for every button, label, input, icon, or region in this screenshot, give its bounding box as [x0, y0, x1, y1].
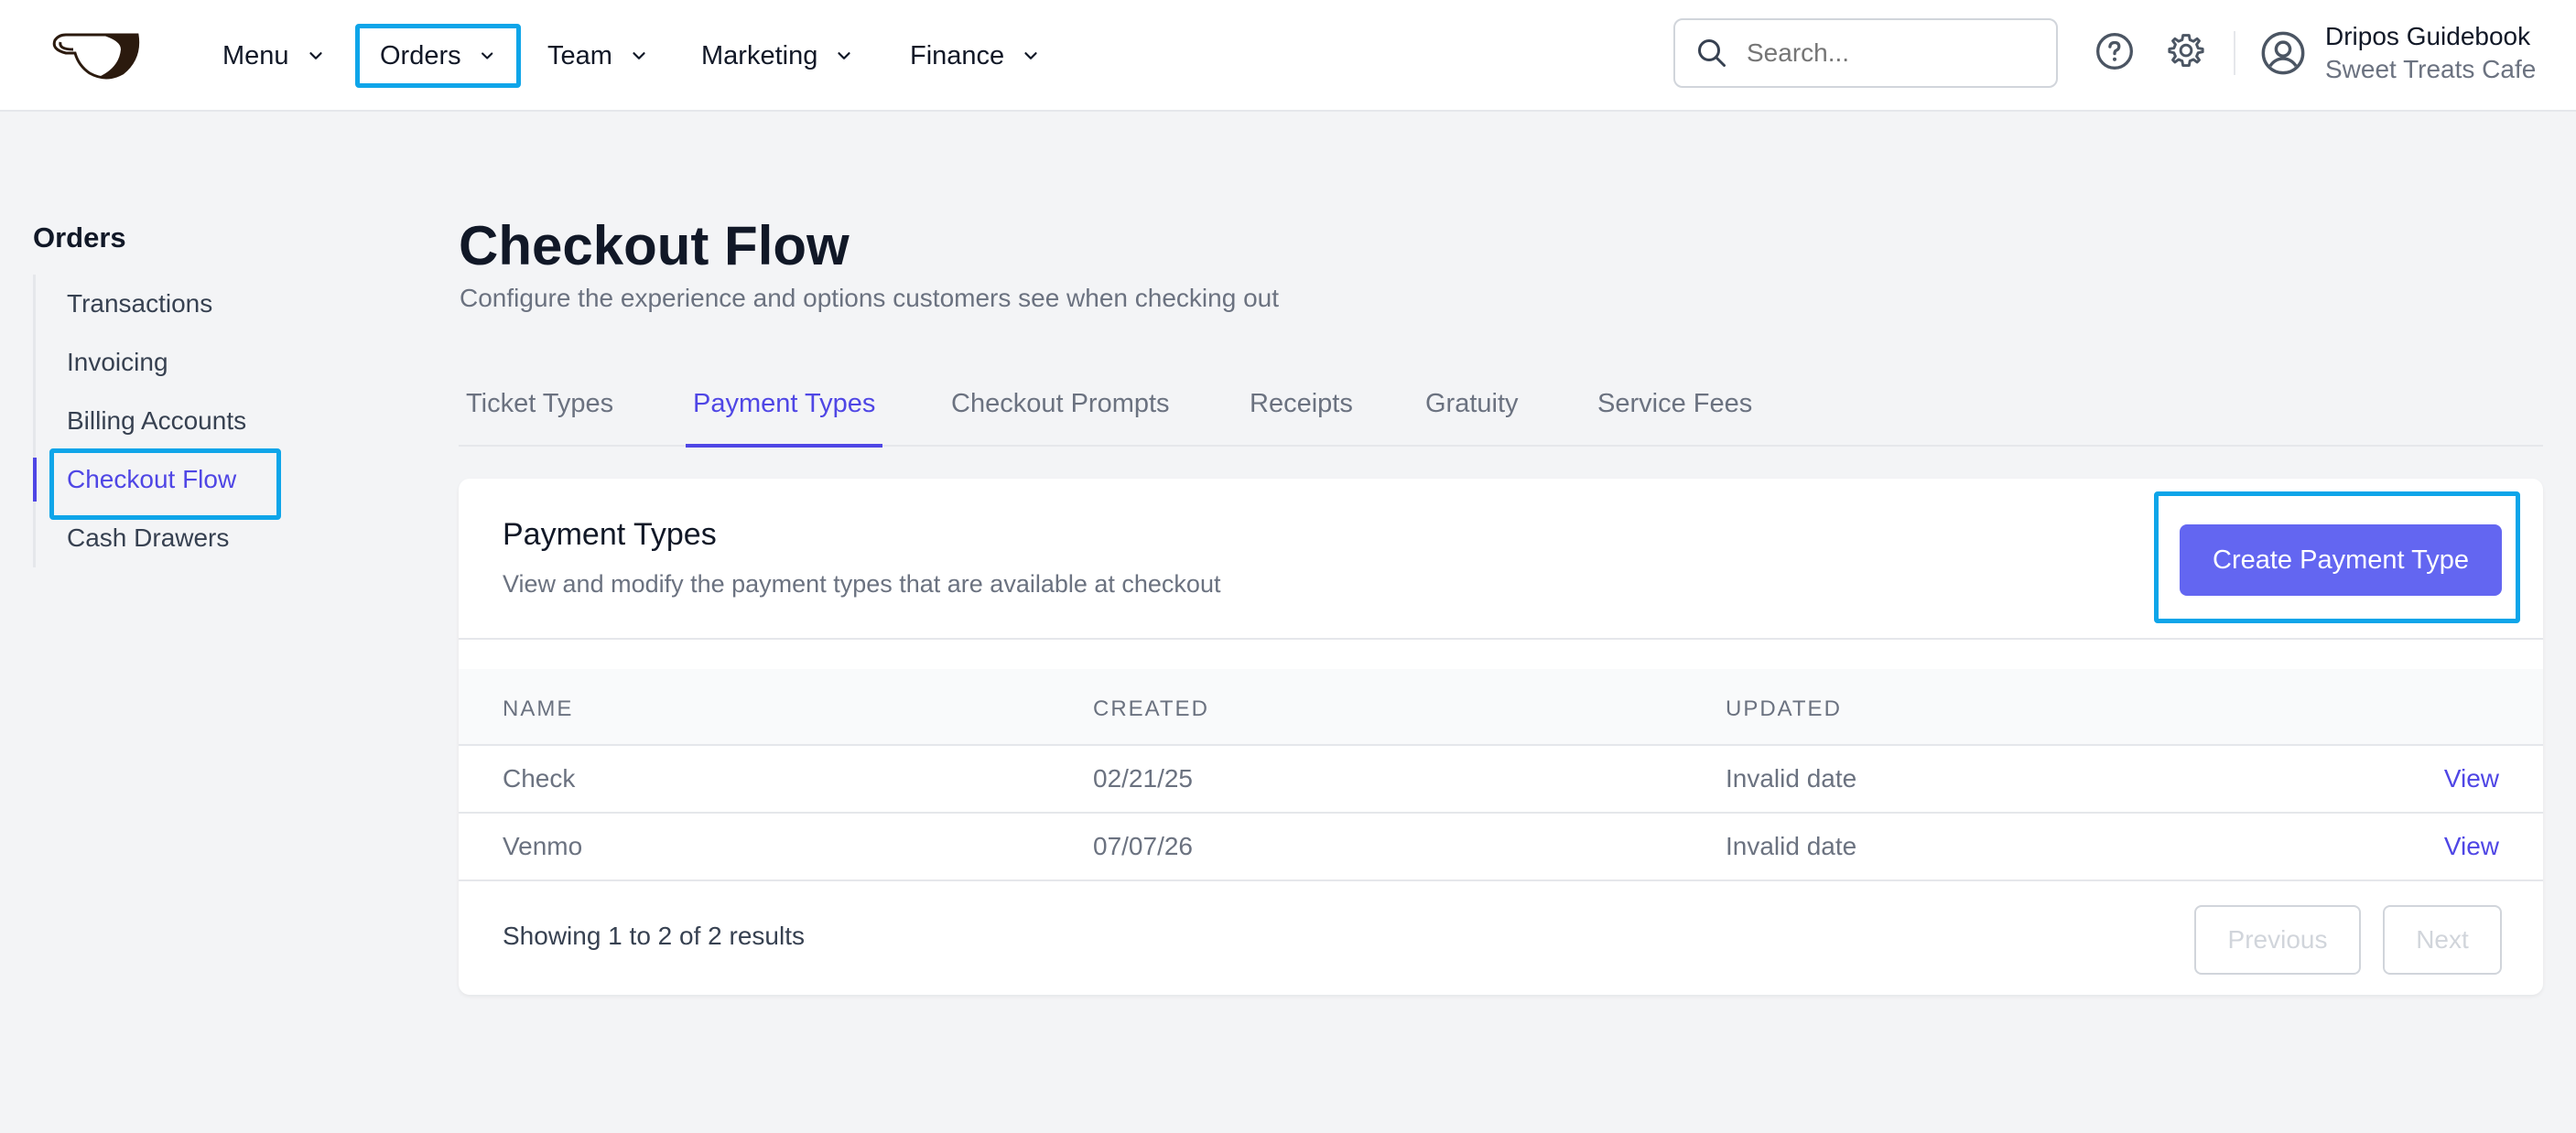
gear-icon[interactable] — [2166, 31, 2206, 71]
nav-menu-label: Menu — [222, 40, 289, 70]
nav-menu[interactable]: Menu — [222, 24, 326, 88]
nav-team[interactable]: Team — [547, 24, 649, 88]
nav-orders[interactable]: Orders — [355, 24, 521, 88]
tab-bar: Ticket Types Payment Types Checkout Prom… — [459, 362, 2543, 448]
tab-receipts[interactable]: Receipts — [1242, 362, 1360, 445]
sidebar-item-transactions[interactable]: Transactions — [36, 275, 289, 333]
tab-gratuity[interactable]: Gratuity — [1418, 362, 1526, 445]
nav-marketing[interactable]: Marketing — [701, 24, 854, 88]
tab-checkout-prompts[interactable]: Checkout Prompts — [944, 362, 1177, 445]
cup-logo-icon[interactable] — [46, 22, 146, 81]
view-link[interactable]: View — [2444, 832, 2499, 861]
create-payment-type-button[interactable]: Create Payment Type — [2180, 524, 2502, 596]
nav-finance[interactable]: Finance — [910, 24, 1041, 88]
tab-payment-types[interactable]: Payment Types — [686, 362, 883, 448]
user-name: Dripos Guidebook — [2325, 22, 2531, 50]
nav-team-label: Team — [547, 40, 612, 70]
sidebar-item-checkout-flow[interactable]: Checkout Flow — [33, 450, 289, 509]
top-nav: Menu Orders Team Marketing Finance Searc… — [0, 0, 2576, 112]
cell-name: Check — [503, 764, 576, 793]
user-menu[interactable]: Dripos Guidebook Sweet Treats Cafe — [2259, 20, 2536, 86]
help-icon[interactable] — [2094, 31, 2135, 71]
tab-ticket-types[interactable]: Ticket Types — [459, 362, 621, 445]
column-header-updated: UPDATED — [1726, 696, 1842, 721]
payment-types-table: NAME CREATED UPDATED Check 02/21/25 Inva… — [459, 669, 2543, 881]
cell-name: Venmo — [503, 832, 583, 860]
sidebar-nav: Transactions Invoicing Billing Accounts … — [33, 275, 289, 567]
results-summary: Showing 1 to 2 of 2 results — [503, 922, 805, 950]
search-box[interactable] — [1673, 18, 2058, 88]
table-row[interactable]: Venmo 07/07/26 Invalid date View — [459, 814, 2543, 881]
search-icon — [1698, 39, 1726, 67]
page-subtitle: Configure the experience and options cus… — [460, 284, 1279, 312]
user-circle-icon — [2261, 31, 2305, 75]
table-header: NAME CREATED UPDATED — [459, 669, 2543, 746]
card-description: View and modify the payment types that a… — [503, 570, 1221, 598]
cell-created: 02/21/25 — [1093, 764, 1193, 793]
sidebar-item-cash-drawers[interactable]: Cash Drawers — [36, 509, 289, 567]
chevron-down-icon — [308, 52, 322, 59]
card-header: Payment Types View and modify the paymen… — [459, 479, 2543, 640]
cell-created: 07/07/26 — [1093, 832, 1193, 860]
nav-marketing-label: Marketing — [701, 40, 818, 70]
payment-types-card: Payment Types View and modify the paymen… — [459, 479, 2543, 995]
table-row[interactable]: Check 02/21/25 Invalid date View — [459, 746, 2543, 814]
column-header-name: NAME — [503, 696, 574, 721]
pagination: Showing 1 to 2 of 2 results Previous Nex… — [459, 881, 2543, 995]
next-button[interactable]: Next — [2383, 905, 2502, 975]
card-title: Payment Types — [503, 517, 717, 552]
tab-service-fees[interactable]: Service Fees — [1590, 362, 1759, 445]
nav-finance-label: Finance — [910, 40, 1005, 70]
nav-divider — [2234, 31, 2235, 75]
chevron-down-icon — [838, 52, 850, 59]
previous-button[interactable]: Previous — [2194, 905, 2361, 975]
cell-updated: Invalid date — [1726, 832, 1857, 860]
chevron-down-icon — [481, 52, 492, 59]
sidebar-item-invoicing[interactable]: Invoicing — [36, 333, 289, 392]
column-header-created: CREATED — [1093, 696, 1209, 721]
page-title: Checkout Flow — [459, 215, 850, 276]
business-name: Sweet Treats Cafe — [2325, 55, 2537, 83]
chevron-down-icon — [1024, 52, 1037, 59]
sidebar-item-billing-accounts[interactable]: Billing Accounts — [36, 392, 289, 450]
view-link[interactable]: View — [2444, 764, 2499, 793]
chevron-down-icon — [633, 52, 645, 59]
cell-updated: Invalid date — [1726, 764, 1857, 793]
search-input[interactable] — [1747, 38, 2040, 68]
nav-orders-label: Orders — [380, 40, 461, 70]
sidebar-title: Orders — [33, 221, 126, 254]
